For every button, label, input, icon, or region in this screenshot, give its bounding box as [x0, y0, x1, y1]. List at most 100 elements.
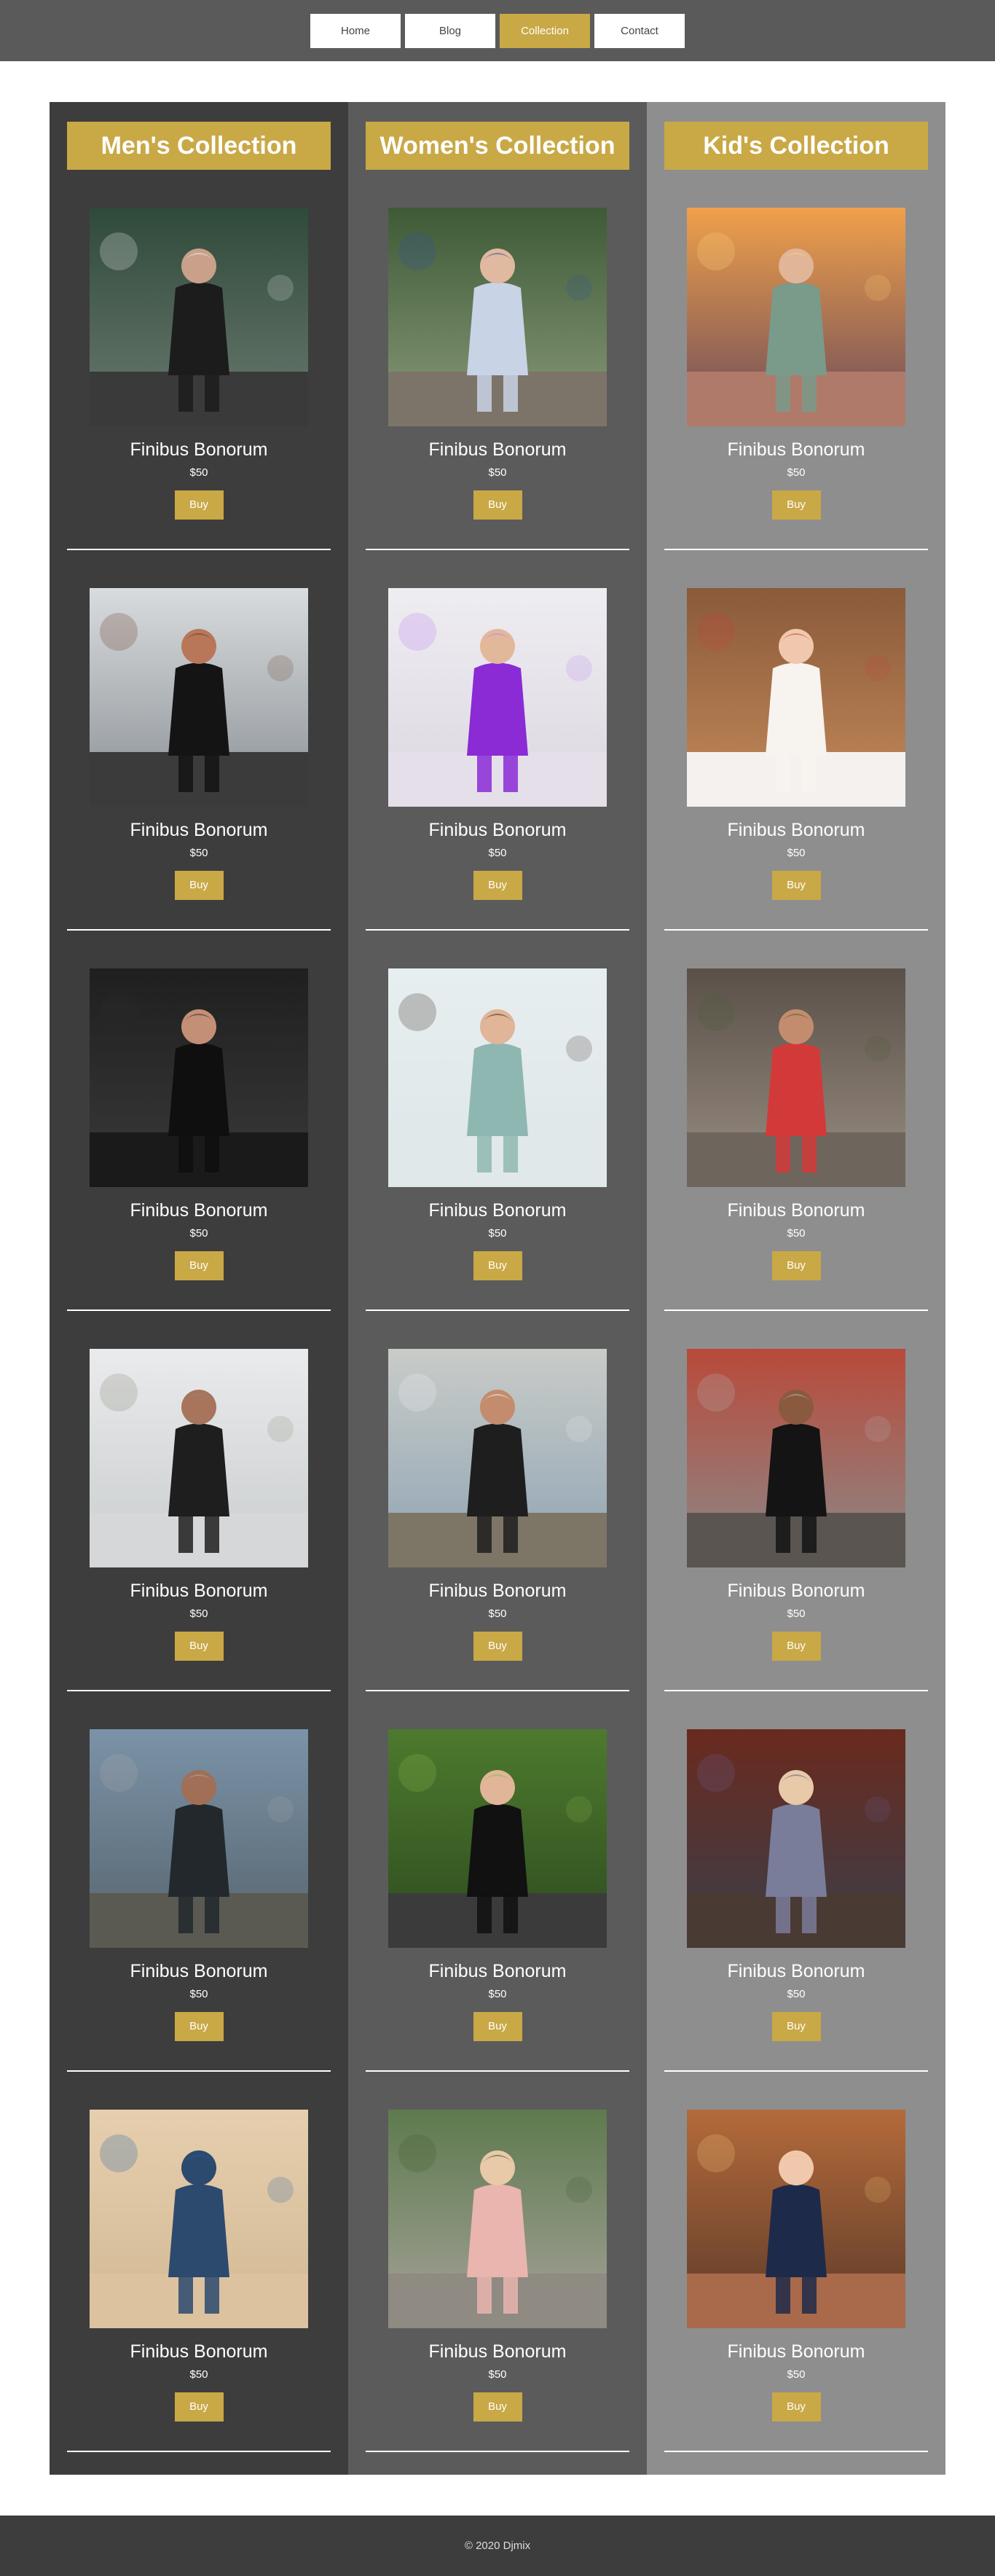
collection-title: Men's Collection: [67, 122, 331, 170]
buy-button[interactable]: Buy: [174, 2392, 224, 2422]
buy-button[interactable]: Buy: [473, 490, 522, 520]
mother-hugging-child-street-photo[interactable]: [687, 1349, 905, 1567]
woman-floral-dress-boardwalk-photo[interactable]: [388, 208, 607, 426]
product-name: Finibus Bonorum: [130, 1200, 268, 1221]
woman-pink-dress-street-photo[interactable]: [388, 2110, 607, 2328]
product-name: Finibus Bonorum: [428, 1581, 567, 1601]
product-name: Finibus Bonorum: [130, 1581, 268, 1601]
woman-black-dress-garden-path-photo[interactable]: [388, 1729, 607, 1948]
two-kids-traditional-clothes-photo[interactable]: [687, 1729, 905, 1948]
man-black-vneck-holding-jacket-photo[interactable]: [90, 968, 308, 1187]
collections-grid: Men's Collection Finibus Bonorum $50 Buy: [50, 102, 945, 2475]
product-card: Finibus Bonorum $50 Buy: [348, 550, 647, 931]
product-name: Finibus Bonorum: [130, 1961, 268, 1981]
buy-button[interactable]: Buy: [174, 871, 224, 900]
product-card: Finibus Bonorum $50 Buy: [647, 2072, 945, 2452]
product-card: Finibus Bonorum $50 Buy: [647, 1311, 945, 1691]
man-jumping-with-shadow-photo[interactable]: [90, 1349, 308, 1567]
buy-button[interactable]: Buy: [771, 1632, 821, 1661]
product-name: Finibus Bonorum: [727, 439, 865, 460]
buy-button[interactable]: Buy: [473, 871, 522, 900]
main-nav: Home Blog Collection Contact: [308, 14, 687, 48]
product-price: $50: [787, 1988, 806, 2000]
product-name: Finibus Bonorum: [727, 820, 865, 840]
two-kids-cobblestone-photo[interactable]: [687, 968, 905, 1187]
man-on-motorcycle-photo[interactable]: [90, 1729, 308, 1948]
woman-purple-gown-photo[interactable]: [388, 588, 607, 807]
product-price: $50: [488, 1988, 507, 2000]
product-name: Finibus Bonorum: [727, 1200, 865, 1221]
product-price: $50: [189, 1608, 208, 1620]
product-card: Finibus Bonorum $50 Buy: [50, 1691, 348, 2072]
card-divider: [67, 2451, 331, 2452]
collection-column: Kid's Collection Finibus Bonorum $50 Buy: [647, 102, 945, 2475]
product-name: Finibus Bonorum: [727, 1961, 865, 1981]
product-name: Finibus Bonorum: [727, 1581, 865, 1601]
top-navigation-bar: Home Blog Collection Contact: [0, 0, 995, 61]
product-name: Finibus Bonorum: [428, 1961, 567, 1981]
buy-button[interactable]: Buy: [174, 1251, 224, 1280]
product-price: $50: [189, 1227, 208, 1240]
bearded-man-black-sweater-photo[interactable]: [90, 588, 308, 807]
card-divider: [664, 2451, 928, 2452]
copyright-text: © 2020 Djmix: [464, 2540, 531, 2552]
product-price: $50: [189, 847, 208, 859]
product-card: Finibus Bonorum $50 Buy: [647, 1691, 945, 2072]
buy-button[interactable]: Buy: [174, 490, 224, 520]
buy-button[interactable]: Buy: [771, 2392, 821, 2422]
product-price: $50: [488, 847, 507, 859]
product-card: Finibus Bonorum $50 Buy: [50, 550, 348, 931]
woman-sitting-by-harbor-photo[interactable]: [388, 1349, 607, 1567]
buy-button[interactable]: Buy: [771, 871, 821, 900]
product-price: $50: [787, 1608, 806, 1620]
product-card: Finibus Bonorum $50 Buy: [50, 2072, 348, 2452]
product-price: $50: [488, 1608, 507, 1620]
product-price: $50: [488, 1227, 507, 1240]
product-card: Finibus Bonorum $50 Buy: [348, 2072, 647, 2452]
nav-home-link[interactable]: Home: [310, 14, 401, 48]
product-price: $50: [787, 847, 806, 859]
product-name: Finibus Bonorum: [130, 2341, 268, 2362]
baby-white-bonnet-photo[interactable]: [687, 588, 905, 807]
girl-sunset-dress-photo[interactable]: [687, 208, 905, 426]
nav-collection-link[interactable]: Collection: [500, 14, 590, 48]
card-divider: [366, 2451, 629, 2452]
product-card: Finibus Bonorum $50 Buy: [50, 931, 348, 1311]
product-card: Finibus Bonorum $50 Buy: [348, 1311, 647, 1691]
product-price: $50: [787, 2368, 806, 2381]
collection-title: Women's Collection: [366, 122, 629, 170]
collection-column: Men's Collection Finibus Bonorum $50 Buy: [50, 102, 348, 2475]
buy-button[interactable]: Buy: [174, 2012, 224, 2041]
product-card: Finibus Bonorum $50 Buy: [348, 170, 647, 550]
buy-button[interactable]: Buy: [174, 1632, 224, 1661]
nav-contact-link[interactable]: Contact: [594, 14, 685, 48]
product-name: Finibus Bonorum: [130, 439, 268, 460]
buy-button[interactable]: Buy: [771, 1251, 821, 1280]
product-price: $50: [189, 1988, 208, 2000]
buy-button[interactable]: Buy: [771, 2012, 821, 2041]
buy-button[interactable]: Buy: [473, 2392, 522, 2422]
woman-mint-dress-hat-photo[interactable]: [388, 968, 607, 1187]
man-leather-jacket-forest-road-photo[interactable]: [90, 208, 308, 426]
product-card: Finibus Bonorum $50 Buy: [647, 550, 945, 931]
buy-button[interactable]: Buy: [771, 490, 821, 520]
page-footer: © 2020 Djmix: [0, 2516, 995, 2576]
product-name: Finibus Bonorum: [428, 1200, 567, 1221]
product-card: Finibus Bonorum $50 Buy: [50, 1311, 348, 1691]
product-price: $50: [189, 466, 208, 479]
buy-button[interactable]: Buy: [473, 1251, 522, 1280]
product-name: Finibus Bonorum: [130, 820, 268, 840]
product-price: $50: [787, 1227, 806, 1240]
product-price: $50: [488, 2368, 507, 2381]
product-card: Finibus Bonorum $50 Buy: [50, 170, 348, 550]
product-card: Finibus Bonorum $50 Buy: [348, 1691, 647, 2072]
man-jeans-on-sand-photo[interactable]: [90, 2110, 308, 2328]
girl-curly-hair-bokeh-photo[interactable]: [687, 2110, 905, 2328]
buy-button[interactable]: Buy: [473, 1632, 522, 1661]
product-name: Finibus Bonorum: [428, 439, 567, 460]
product-card: Finibus Bonorum $50 Buy: [647, 170, 945, 550]
product-name: Finibus Bonorum: [428, 2341, 567, 2362]
nav-blog-link[interactable]: Blog: [405, 14, 495, 48]
buy-button[interactable]: Buy: [473, 2012, 522, 2041]
collection-column: Women's Collection Finibus Bonorum $50 B…: [348, 102, 647, 2475]
